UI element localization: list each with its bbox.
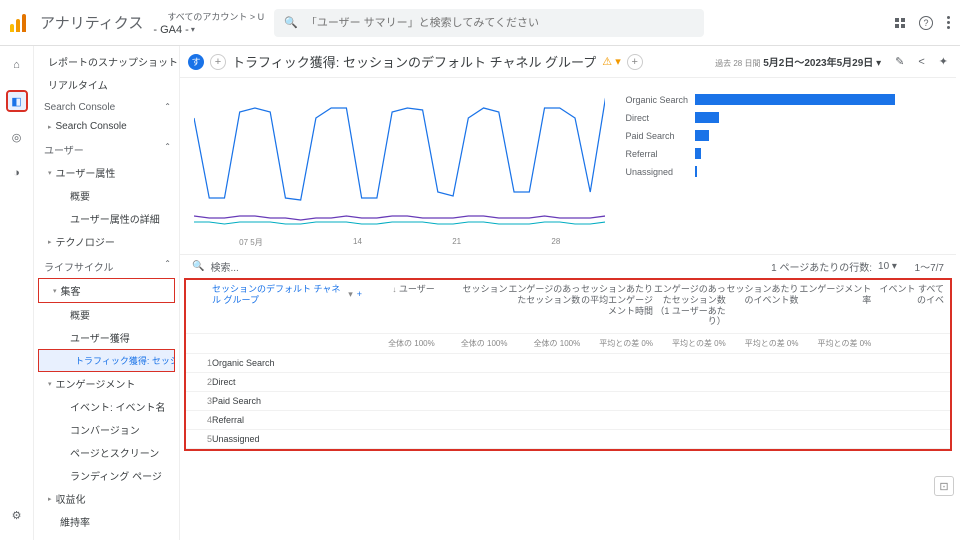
filter-pill[interactable]: す <box>188 54 204 70</box>
pagination-range: 1～7/7 <box>915 259 944 274</box>
sidebar-sec-user: ユーザー⌃ <box>34 136 179 161</box>
more-icon[interactable] <box>947 16 950 29</box>
table-search-icon[interactable]: 🔍 <box>192 261 204 272</box>
feedback-icon[interactable]: ⊡ <box>934 476 954 496</box>
bar-row: Unassigned <box>625 166 942 177</box>
table-row[interactable]: 3Paid Search <box>186 392 950 411</box>
explore-icon[interactable]: ◎ <box>6 126 28 148</box>
bar-row: Paid Search <box>625 130 942 141</box>
sidebar-realtime[interactable]: リアルタイム <box>34 73 179 96</box>
bar-chart: Organic Search Direct Paid Search Referral U… <box>625 88 942 248</box>
brand-name: アナリティクス <box>40 12 143 33</box>
search-input[interactable] <box>306 17 694 29</box>
breadcrumb: すべてのアカウント > U <box>167 10 264 23</box>
sidebar-eng-ev[interactable]: イベント: イベント名 <box>34 395 179 418</box>
date-picker[interactable]: 過去 28 日間 5月2日～2023年5月29日 ▾ <box>715 54 881 69</box>
share-icon[interactable]: < <box>918 56 924 68</box>
bar-row: Organic Search <box>625 94 942 105</box>
sidebar-sec-sc: Search Console⌃ <box>34 96 179 117</box>
sidebar-sc[interactable]: Search Console <box>34 117 179 136</box>
home-icon[interactable]: ⌂ <box>6 54 28 76</box>
rows-select[interactable]: 10 ▾ <box>878 261 897 272</box>
table-row[interactable]: 2Direct <box>186 373 950 392</box>
sidebar-eng[interactable]: エンゲージメント <box>34 372 179 395</box>
nav-rail: ⌂ ◧ ◎ ◑ ⚙ <box>0 46 34 540</box>
add-comparison[interactable]: + <box>627 54 643 70</box>
property-selector[interactable]: すべてのアカウント > U - GA4 - <box>153 10 264 36</box>
main-content: す + トラフィック獲得: セッションのデフォルト チャネル グループ ⚠ ▾ … <box>180 46 956 536</box>
app-header: アナリティクス すべてのアカウント > U - GA4 - 🔍 ? <box>0 0 960 46</box>
apps-icon[interactable] <box>895 18 905 28</box>
reports-icon[interactable]: ◧ <box>6 90 28 112</box>
sidebar-mon[interactable]: 収益化 <box>34 487 179 510</box>
sidebar-acq-ov[interactable]: 概要 <box>34 303 179 326</box>
table-toolbar: 🔍 検索... 1 ページあたりの行数: 10 ▾ 1～7/7 <box>180 254 956 278</box>
insights-icon[interactable]: ✦ <box>939 55 948 68</box>
sidebar-acq-traffic[interactable]: トラフィック獲得: セッショ... <box>38 349 175 372</box>
table-summary: 全体の 100% 全体の 100% 全体の 100% 平均との差 0% 平均との… <box>186 334 950 354</box>
sidebar-snapshot[interactable]: レポートのスナップショット <box>34 50 179 73</box>
table-search[interactable]: 検索... <box>210 259 238 274</box>
sidebar-acq-user[interactable]: ユーザー獲得 <box>34 326 179 349</box>
page-header: す + トラフィック獲得: セッションのデフォルト チャネル グループ ⚠ ▾ … <box>180 46 956 78</box>
search-icon: 🔍 <box>284 16 298 29</box>
sidebar-user-ov[interactable]: 概要 <box>34 184 179 207</box>
sidebar-ret[interactable]: 維持率 <box>34 510 179 533</box>
analytics-logo <box>10 14 28 32</box>
table-row[interactable]: 4Referral <box>186 411 950 430</box>
search-wrap: 🔍 <box>274 9 885 37</box>
dim-header[interactable]: セッションのデフォルト チャネル グループ ▾ + <box>212 284 362 306</box>
help-icon[interactable]: ? <box>919 16 933 30</box>
table-row[interactable]: 1Organic Search <box>186 354 950 373</box>
advertising-icon[interactable]: ◑ <box>6 162 28 184</box>
sidebar-tech[interactable]: テクノロジー <box>34 230 179 253</box>
bar-row: Referral <box>625 148 942 159</box>
data-table: セッションのデフォルト チャネル グループ ▾ + ↓ ユーザー セッション エ… <box>184 278 952 451</box>
sidebar-sec-life: ライフサイクル⌃ <box>34 253 179 278</box>
page-title: トラフィック獲得: セッションのデフォルト チャネル グループ <box>232 52 596 71</box>
table-row[interactable]: 5Unassigned <box>186 430 950 449</box>
rows-label: 1 ページあたりの行数: <box>771 259 872 274</box>
sidebar-user-attr[interactable]: ユーザー属性 <box>34 161 179 184</box>
line-chart: 07 5月142128 <box>194 88 605 248</box>
property-name: - GA4 - <box>153 24 264 36</box>
sidebar-eng-page[interactable]: ページとスクリーン <box>34 441 179 464</box>
sidebar-eng-land[interactable]: ランディング ページ <box>34 464 179 487</box>
report-sidebar: レポートのスナップショット リアルタイム Search Console⌃ Sea… <box>34 46 180 540</box>
customize-icon[interactable]: ✎ <box>895 55 904 68</box>
sidebar-acq[interactable]: 集客 <box>38 278 175 303</box>
bar-row: Direct <box>625 112 942 123</box>
table-header: セッションのデフォルト チャネル グループ ▾ + ↓ ユーザー セッション エ… <box>186 280 950 334</box>
sidebar-user-det[interactable]: ユーザー属性の詳細 <box>34 207 179 230</box>
sidebar-eng-conv[interactable]: コンバージョン <box>34 418 179 441</box>
settings-icon[interactable]: ⚙ <box>6 504 28 526</box>
warning-icon[interactable]: ⚠ ▾ <box>602 55 620 68</box>
add-filter[interactable]: + <box>210 54 226 70</box>
